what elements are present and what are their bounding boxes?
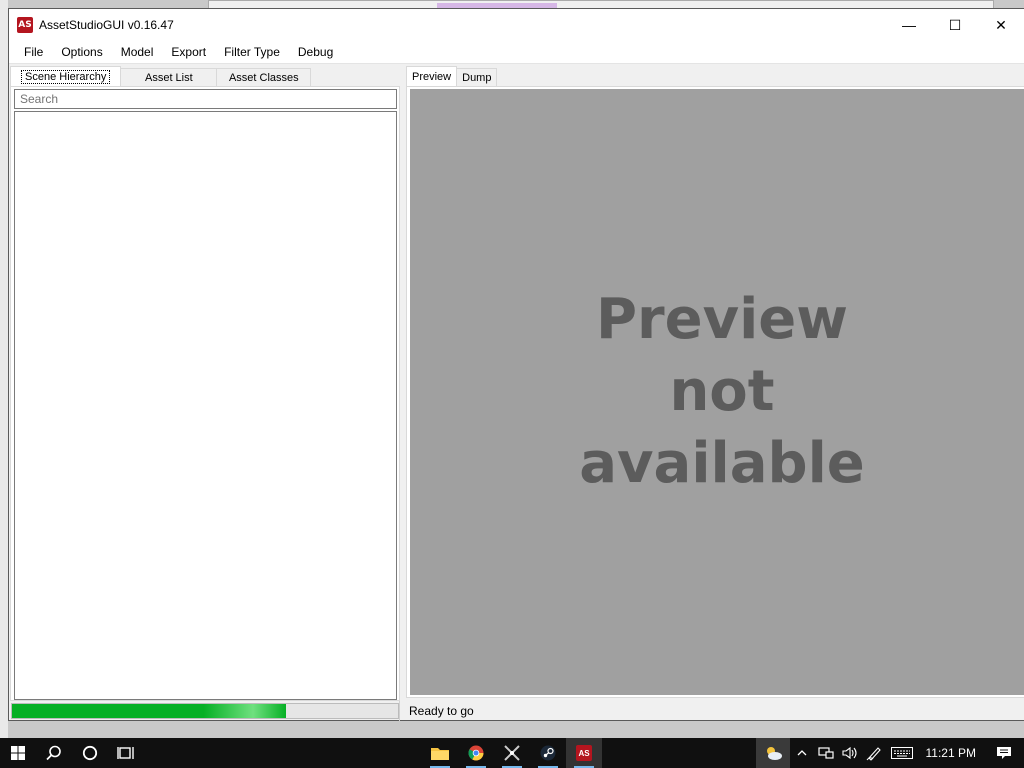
right-pane: Preview Dump Preview not available: [406, 66, 1024, 701]
tab-dump[interactable]: Dump: [456, 68, 498, 86]
preview-message: Preview not available: [572, 284, 872, 500]
taskbar-clock[interactable]: 11:21 PM: [918, 746, 984, 760]
tab-preview-label: Preview: [412, 70, 452, 83]
task-view-icon[interactable]: [108, 738, 144, 768]
menu-options[interactable]: Options: [52, 42, 111, 62]
pen-icon[interactable]: [862, 738, 886, 768]
right-tab-strip: Preview Dump: [406, 66, 1024, 86]
status-bar: Ready to go: [9, 701, 1024, 721]
progress-bar: [11, 703, 399, 719]
tab-preview[interactable]: Preview: [406, 66, 458, 86]
app-window: AS AssetStudioGUI v0.16.47 — ☐ ✕ File Op…: [8, 8, 1024, 721]
taskbar: AS 11:21 PM: [0, 738, 1024, 768]
steam-icon[interactable]: [530, 738, 566, 768]
chevron-up-icon[interactable]: [790, 738, 814, 768]
tab-asset-classes[interactable]: Asset Classes: [216, 68, 312, 86]
network-icon[interactable]: [814, 738, 838, 768]
scene-hierarchy-panel: [10, 86, 400, 701]
cortana-icon[interactable]: [72, 738, 108, 768]
preview-message-line: available: [579, 431, 865, 496]
menu-model[interactable]: Model: [112, 42, 163, 62]
tab-asset-list[interactable]: Asset List: [120, 68, 218, 86]
volume-icon[interactable]: [838, 738, 862, 768]
status-text: Ready to go: [409, 704, 474, 718]
menu-file[interactable]: File: [15, 42, 52, 62]
search-input[interactable]: [14, 89, 397, 109]
file-explorer-icon[interactable]: [422, 738, 458, 768]
menu-export[interactable]: Export: [162, 42, 215, 62]
chrome-icon[interactable]: [458, 738, 494, 768]
start-icon[interactable]: [0, 738, 36, 768]
status-separator: [399, 701, 400, 721]
left-pane: Scene Hierarchy Asset List Asset Classes: [10, 66, 400, 701]
background-window-edge: [0, 0, 8, 738]
preview-message-line: not: [669, 359, 775, 424]
progress-fill: [12, 704, 287, 718]
tab-dump-label: Dump: [462, 71, 492, 84]
minimize-button[interactable]: —: [886, 9, 932, 41]
window-title: AssetStudioGUI v0.16.47: [39, 18, 174, 32]
assetstudio-taskbar-badge: AS: [576, 745, 592, 761]
scene-tree-view[interactable]: [14, 111, 397, 700]
preview-panel: Preview not available: [406, 86, 1024, 698]
preview-message-line: Preview: [595, 287, 849, 352]
tab-scene-hierarchy[interactable]: Scene Hierarchy: [10, 66, 122, 86]
menu-debug[interactable]: Debug: [289, 42, 342, 62]
menu-filter-type[interactable]: Filter Type: [215, 42, 289, 62]
game-app-icon[interactable]: [494, 738, 530, 768]
preview-canvas: Preview not available: [410, 89, 1024, 695]
tab-scene-hierarchy-label: Scene Hierarchy: [21, 69, 111, 84]
close-button[interactable]: ✕: [978, 9, 1024, 41]
weather-icon[interactable]: [755, 738, 790, 768]
left-tab-strip: Scene Hierarchy Asset List Asset Classes: [10, 66, 400, 86]
app-icon: AS: [17, 17, 33, 33]
maximize-button[interactable]: ☐: [932, 9, 978, 41]
menu-bar: File Options Model Export Filter Type De…: [9, 41, 1024, 64]
search-icon[interactable]: [36, 738, 72, 768]
assetstudio-taskbar-icon[interactable]: AS: [566, 738, 602, 768]
keyboard-icon[interactable]: [886, 738, 918, 768]
title-bar[interactable]: AS AssetStudioGUI v0.16.47 — ☐ ✕: [9, 9, 1024, 41]
tab-asset-list-label: Asset List: [144, 71, 193, 84]
notification-icon[interactable]: [984, 738, 1024, 768]
tab-asset-classes-label: Asset Classes: [228, 71, 299, 84]
